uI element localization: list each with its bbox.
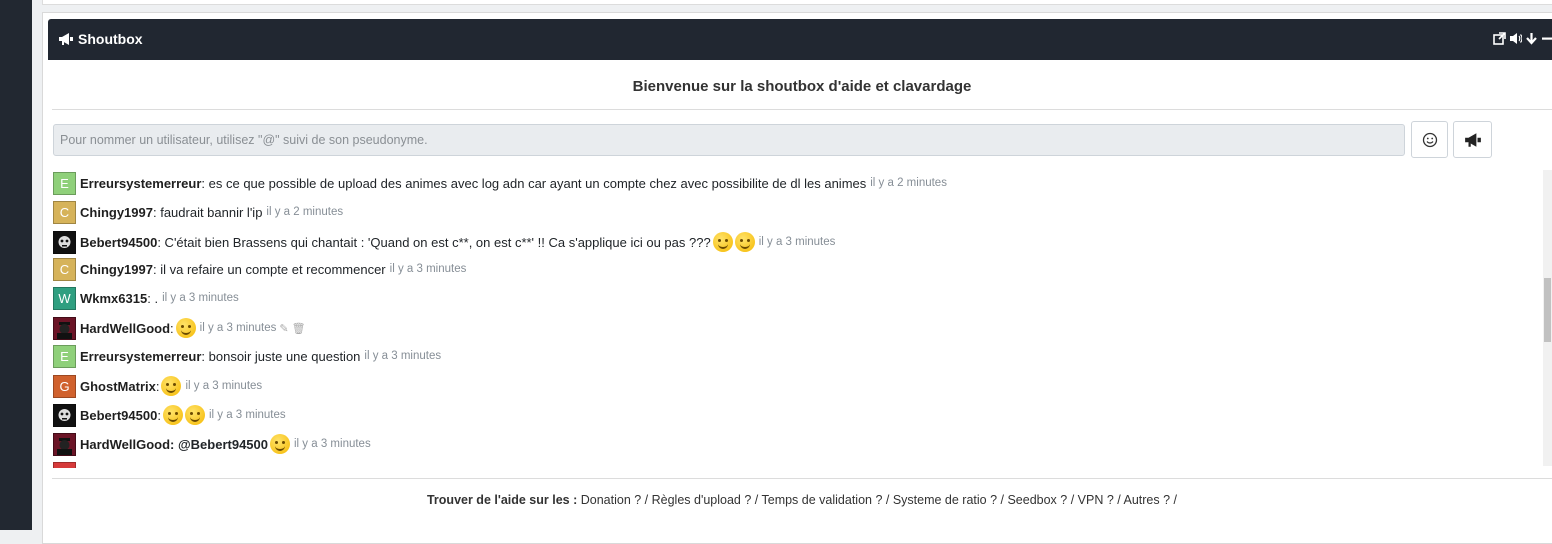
message-text: : . [147, 290, 159, 306]
timestamp: il y a 3 minutes [389, 263, 467, 275]
timestamp: il y a 3 minutes [162, 292, 239, 304]
welcome-heading: Bienvenue sur la shoutbox d'aide et clav… [632, 78, 972, 95]
message-row: HardWellGood : @Bebert94500 il y a 3 min… [53, 432, 371, 456]
message-text: : [155, 378, 160, 394]
username[interactable]: Chingy1997 [80, 205, 153, 220]
message-row: Bebert94500 : C'était bien Brassens qui … [53, 230, 835, 254]
volume-icon[interactable] [1509, 32, 1522, 45]
message-scrollbar[interactable] [1543, 170, 1552, 466]
message-list[interactable]: E Erreursystemerreur : es ce que possibl… [52, 170, 1542, 468]
help-label: Trouver de l'aide sur les : [426, 493, 578, 507]
timestamp: il y a 3 minutes [185, 380, 263, 392]
message-row: E Erreursystemerreur : es ce que possibl… [53, 171, 947, 195]
wink-emoji-icon [270, 434, 290, 454]
laugh-emoji-icon [175, 318, 196, 338]
username[interactable]: Wkmx6315 [80, 291, 147, 306]
avatar[interactable]: E [53, 344, 76, 368]
message-row: C Chingy1997 : il va refaire un compte e… [53, 257, 466, 281]
message-row: E Erreursystemerreur : bonsoir juste une… [53, 344, 441, 368]
divider [52, 109, 1552, 110]
message-text: : bonsoir juste une question [201, 348, 361, 364]
shoutbox-title: Shoutbox [58, 31, 143, 47]
timestamp: il y a 3 minutes [758, 236, 836, 248]
avatar[interactable] [53, 230, 76, 254]
external-link-icon[interactable] [1493, 32, 1506, 45]
message-text: : [157, 407, 161, 423]
megaphone-icon [1464, 132, 1481, 147]
top-card-edge [42, 0, 1552, 5]
trash-icon[interactable]: 🗑 [292, 322, 306, 335]
username[interactable]: HardWellGood [80, 437, 170, 452]
message-text: : @Bebert94500 [170, 436, 268, 452]
scrollbar-thumb[interactable] [1544, 278, 1551, 342]
avatar[interactable]: C [53, 257, 76, 281]
left-sidebar [0, 0, 32, 530]
avatar[interactable]: G [53, 374, 76, 398]
message-row: G GhostMatrix : il y a 3 minutes [53, 374, 262, 398]
send-button[interactable] [1453, 121, 1492, 158]
message-text: : il va refaire un compte et recommencer [152, 261, 386, 277]
avatar[interactable]: W [53, 286, 76, 310]
timestamp: il y a 3 minutes [294, 438, 371, 450]
avatar[interactable] [53, 316, 76, 340]
help-footer: Trouver de l'aide sur les : Donation ? /… [52, 493, 1552, 507]
username[interactable]: Bebert94500 [80, 408, 157, 423]
edit-icon[interactable]: ✎ [279, 322, 288, 335]
username[interactable]: HardWellGood [80, 321, 170, 336]
timestamp: il y a 2 minutes [266, 206, 344, 218]
avatar[interactable] [53, 432, 76, 456]
shout-input[interactable]: Pour nommer un utilisateur, utilisez "@"… [53, 124, 1405, 156]
avatar[interactable]: C [53, 200, 76, 224]
timestamp: il y a 3 minutes [364, 350, 442, 362]
minimize-icon[interactable] [1541, 32, 1552, 45]
wink-emoji-icon [184, 405, 205, 425]
message-row: W Wkmx6315 : . il y a 3 minutes [53, 286, 239, 310]
username[interactable]: Chingy1997 [80, 262, 153, 277]
message-text: : C'était bien Brassens qui chantait : '… [157, 234, 711, 250]
laugh-emoji-icon [161, 376, 182, 396]
username[interactable]: Erreursystemerreur [80, 176, 201, 191]
avatar[interactable] [53, 403, 76, 427]
megaphone-icon [59, 33, 73, 45]
smiley-icon [1422, 132, 1437, 147]
message-row-partial [53, 461, 80, 468]
message-row: Bebert94500 : il y a 3 minutes [53, 403, 286, 427]
timestamp: il y a 3 minutes [199, 322, 277, 334]
avatar[interactable] [53, 461, 76, 468]
message-text: : [170, 320, 174, 336]
message-row: HardWellGood : il y a 3 minutes ✎ 🗑 [53, 316, 306, 340]
divider [52, 478, 1552, 479]
message-row: C Chingy1997 : faudrait bannir l'ip il y… [53, 200, 343, 224]
arrow-down-icon[interactable] [1525, 32, 1538, 45]
emoji-button[interactable] [1411, 121, 1448, 158]
username[interactable]: Bebert94500 [80, 235, 157, 250]
message-text: : faudrait bannir l'ip [152, 204, 263, 220]
shoutbox-title-text: Shoutbox [78, 31, 143, 47]
message-text: : es ce que possible de upload des anime… [201, 175, 867, 191]
timestamp: il y a 3 minutes [208, 409, 286, 421]
avatar[interactable]: E [53, 171, 76, 195]
help-links[interactable]: Donation ? / Règles d'upload ? / Temps d… [581, 493, 1177, 507]
username[interactable]: Erreursystemerreur [80, 349, 201, 364]
username[interactable]: GhostMatrix [80, 379, 156, 394]
wink-emoji-icon [162, 405, 183, 425]
grin-emoji-icon [712, 232, 733, 252]
timestamp: il y a 2 minutes [870, 177, 947, 189]
shoutbox-header: Shoutbox [48, 19, 1552, 60]
grin-emoji-icon [734, 232, 755, 252]
